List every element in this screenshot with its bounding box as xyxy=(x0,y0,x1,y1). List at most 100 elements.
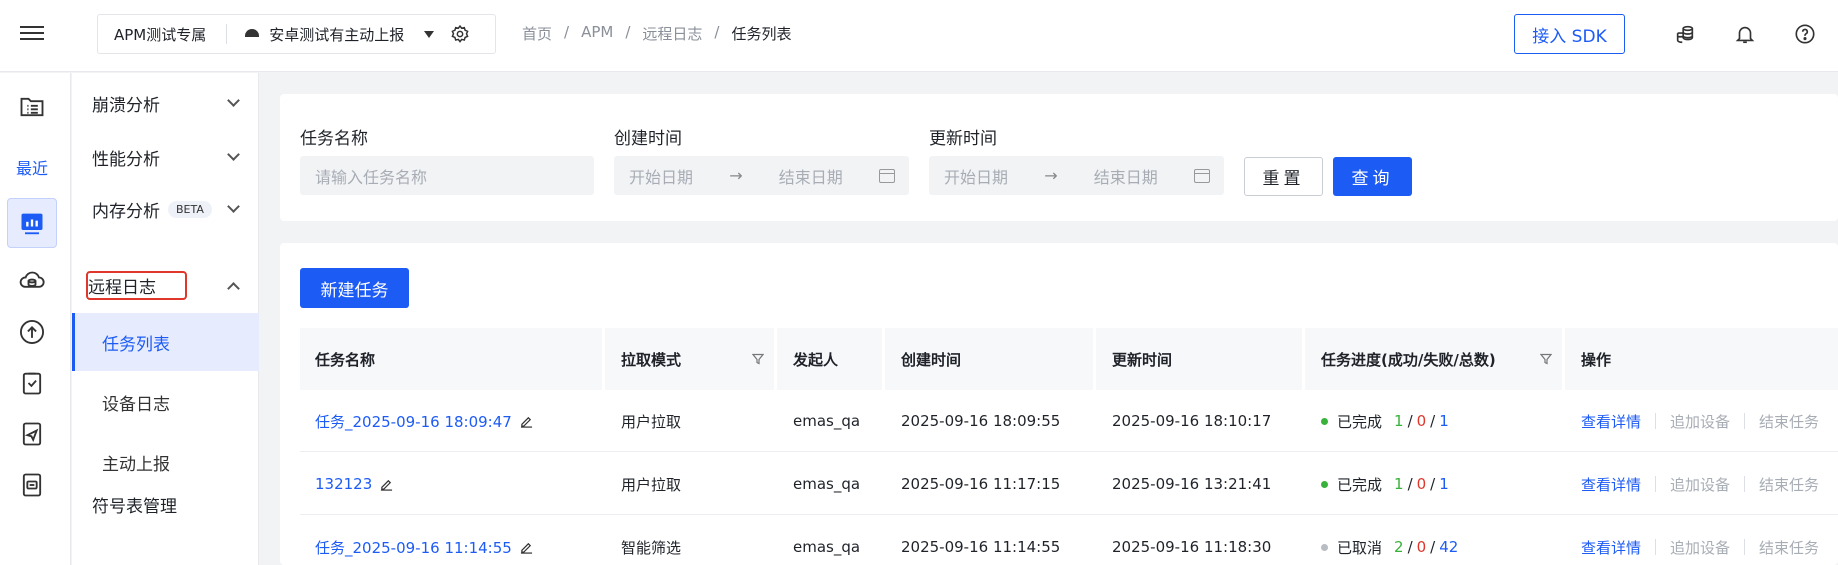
add-device-link[interactable]: 追加设备 xyxy=(1670,411,1730,432)
android-icon xyxy=(245,29,260,37)
task-name-link[interactable]: 任务_2025-09-16 11:14:55 xyxy=(315,537,512,558)
breadcrumb-home[interactable]: 首页 xyxy=(522,23,552,44)
updated-time: 2025-09-16 13:21:41 xyxy=(1112,475,1272,493)
initiator: emas_qa xyxy=(793,538,861,556)
nav-group-remote-log[interactable]: 远程日志 xyxy=(88,267,242,303)
integrate-sdk-button[interactable]: 接入 SDK xyxy=(1514,14,1625,54)
calendar-icon[interactable] xyxy=(879,168,895,183)
table-row: 任务_2025-09-16 18:09:47 用户拉取 emas_qa 2025… xyxy=(300,390,1838,452)
nav-group-memory[interactable]: 内存分析 BETA xyxy=(92,191,242,227)
table-header: 任务名称 拉取模式 发起人 创建时间 更新时间 任务进度(成功/失败/总数) 操… xyxy=(300,328,1838,390)
reset-button[interactable]: 重置 xyxy=(1244,157,1323,196)
nav-group-label: 内存分析 xyxy=(92,201,160,222)
initiator: emas_qa xyxy=(793,475,861,493)
view-details-link[interactable]: 查看详情 xyxy=(1581,411,1641,432)
filter-icon[interactable] xyxy=(752,353,764,365)
updated-end-date[interactable]: 结束日期 xyxy=(1094,164,1158,188)
created-time: 2025-09-16 11:14:55 xyxy=(901,538,1061,556)
row-actions: 查看详情 追加设备 结束任务 xyxy=(1566,516,1819,565)
top-header: APM测试专属 安卓测试有主动上报 首页 / APM / 远程日志 / 任务列表 接入… xyxy=(0,0,1838,72)
nav-group-label: 性能分析 xyxy=(92,149,160,170)
status-dot xyxy=(1321,417,1328,425)
calendar-icon[interactable] xyxy=(1194,168,1210,183)
total-count: 1 xyxy=(1439,412,1449,430)
cloud-database-icon xyxy=(19,271,45,288)
task-name-input[interactable]: 请输入任务名称 xyxy=(300,156,594,195)
help-icon[interactable] xyxy=(1794,23,1816,45)
breadcrumb-apm[interactable]: APM xyxy=(581,23,613,44)
paper-plane-doc-icon xyxy=(22,422,42,446)
edit-pencil-icon[interactable] xyxy=(520,541,533,554)
nav-group-symbol-table[interactable]: 符号表管理 xyxy=(92,486,242,522)
beta-badge: BETA xyxy=(168,200,212,218)
row-actions: 查看详情 追加设备 结束任务 xyxy=(1566,390,1819,452)
nav-group-performance[interactable]: 性能分析 xyxy=(92,139,242,175)
filter-panel: 任务名称 请输入任务名称 创建时间 开始日期 → 结束日期 更新时间 开始日期 … xyxy=(280,94,1838,221)
row-actions: 查看详情 追加设备 结束任务 xyxy=(1566,453,1819,515)
status-dot xyxy=(1321,543,1328,551)
rail-item-message[interactable] xyxy=(7,460,57,510)
app-selector[interactable]: 安卓测试有主动上报 xyxy=(227,24,435,45)
nav-group-label: 符号表管理 xyxy=(92,496,177,517)
status-dot xyxy=(1321,480,1328,488)
fail-count: 0 xyxy=(1416,475,1427,493)
column-header: 更新时间 xyxy=(1112,350,1173,369)
rail-item-send[interactable] xyxy=(7,409,57,459)
workspace-name[interactable]: APM测试专属 xyxy=(98,24,226,45)
task-name-link[interactable]: 任务_2025-09-16 18:09:47 xyxy=(315,411,512,432)
table-row: 132123 用户拉取 emas_qa 2025-09-16 11:17:15 … xyxy=(300,453,1838,515)
coins-icon[interactable] xyxy=(1674,23,1696,45)
app-switcher[interactable]: APM测试专属 安卓测试有主动上报 xyxy=(97,14,496,54)
rail-item-apm[interactable] xyxy=(7,198,57,248)
bell-icon[interactable] xyxy=(1734,23,1756,45)
add-device-link[interactable]: 追加设备 xyxy=(1670,537,1730,558)
add-device-link[interactable]: 追加设备 xyxy=(1670,474,1730,495)
message-doc-icon xyxy=(22,473,42,497)
rail-item-cloud-db[interactable] xyxy=(7,256,57,306)
breadcrumb-current: 任务列表 xyxy=(731,25,792,43)
created-time-label: 创建时间 xyxy=(614,129,682,149)
updated-time: 2025-09-16 11:18:30 xyxy=(1112,538,1272,556)
rail-item-files[interactable] xyxy=(7,82,57,132)
query-button[interactable]: 查询 xyxy=(1333,157,1412,196)
caret-down-icon[interactable] xyxy=(424,30,435,38)
new-task-button[interactable]: 新建任务 xyxy=(300,268,409,308)
updated-date-range[interactable]: 开始日期 → 结束日期 xyxy=(929,156,1224,195)
chevron-down-icon xyxy=(227,199,240,213)
total-count: 42 xyxy=(1439,538,1459,556)
breadcrumb-remote-log[interactable]: 远程日志 xyxy=(642,23,702,44)
end-task-link[interactable]: 结束任务 xyxy=(1759,537,1819,558)
edit-pencil-icon[interactable] xyxy=(380,478,393,491)
breadcrumb: 首页 / APM / 远程日志 / 任务列表 xyxy=(522,23,792,44)
initiator: emas_qa xyxy=(793,412,861,430)
gear-icon[interactable] xyxy=(450,24,470,44)
nav-group-crash[interactable]: 崩溃分析 xyxy=(92,85,242,121)
end-task-link[interactable]: 结束任务 xyxy=(1759,411,1819,432)
total-count: 1 xyxy=(1439,475,1449,493)
success-count: 2 xyxy=(1394,538,1404,556)
created-date-range[interactable]: 开始日期 → 结束日期 xyxy=(614,156,909,195)
task-table-panel: 新建任务 任务名称 拉取模式 发起人 创建时间 更新时间 任务进度(成功/失败/… xyxy=(280,243,1838,565)
nav-item-active-report[interactable]: 主动上报 xyxy=(72,433,259,491)
view-details-link[interactable]: 查看详情 xyxy=(1581,537,1641,558)
created-end-date[interactable]: 结束日期 xyxy=(779,164,843,188)
task-name-link[interactable]: 132123 xyxy=(315,475,372,493)
monitor-chart-icon xyxy=(21,213,43,235)
rail-item-upload[interactable] xyxy=(7,307,57,357)
edit-pencil-icon[interactable] xyxy=(520,415,533,428)
rail-item-check[interactable] xyxy=(7,358,57,408)
column-header: 任务进度(成功/失败/总数) xyxy=(1321,350,1496,369)
rail-recent-label[interactable]: 最近 xyxy=(0,155,64,179)
end-task-link[interactable]: 结束任务 xyxy=(1759,474,1819,495)
view-details-link[interactable]: 查看详情 xyxy=(1581,474,1641,495)
created-start-date[interactable]: 开始日期 xyxy=(629,164,693,188)
hamburger-menu-icon[interactable] xyxy=(20,22,44,46)
nav-item-task-list[interactable]: 任务列表 xyxy=(72,313,259,371)
status-text: 已完成 xyxy=(1337,412,1383,431)
filter-icon[interactable] xyxy=(1540,353,1552,365)
secondary-nav: 崩溃分析 性能分析 内存分析 BETA 远程日志 任务列表 设备日志 主动上报 … xyxy=(72,73,259,565)
task-progress: 已取消 2/ 0/ 42 xyxy=(1306,516,1458,565)
updated-start-date[interactable]: 开始日期 xyxy=(944,164,1008,188)
nav-item-device-log[interactable]: 设备日志 xyxy=(72,373,259,431)
pull-mode: 用户拉取 xyxy=(621,475,682,494)
